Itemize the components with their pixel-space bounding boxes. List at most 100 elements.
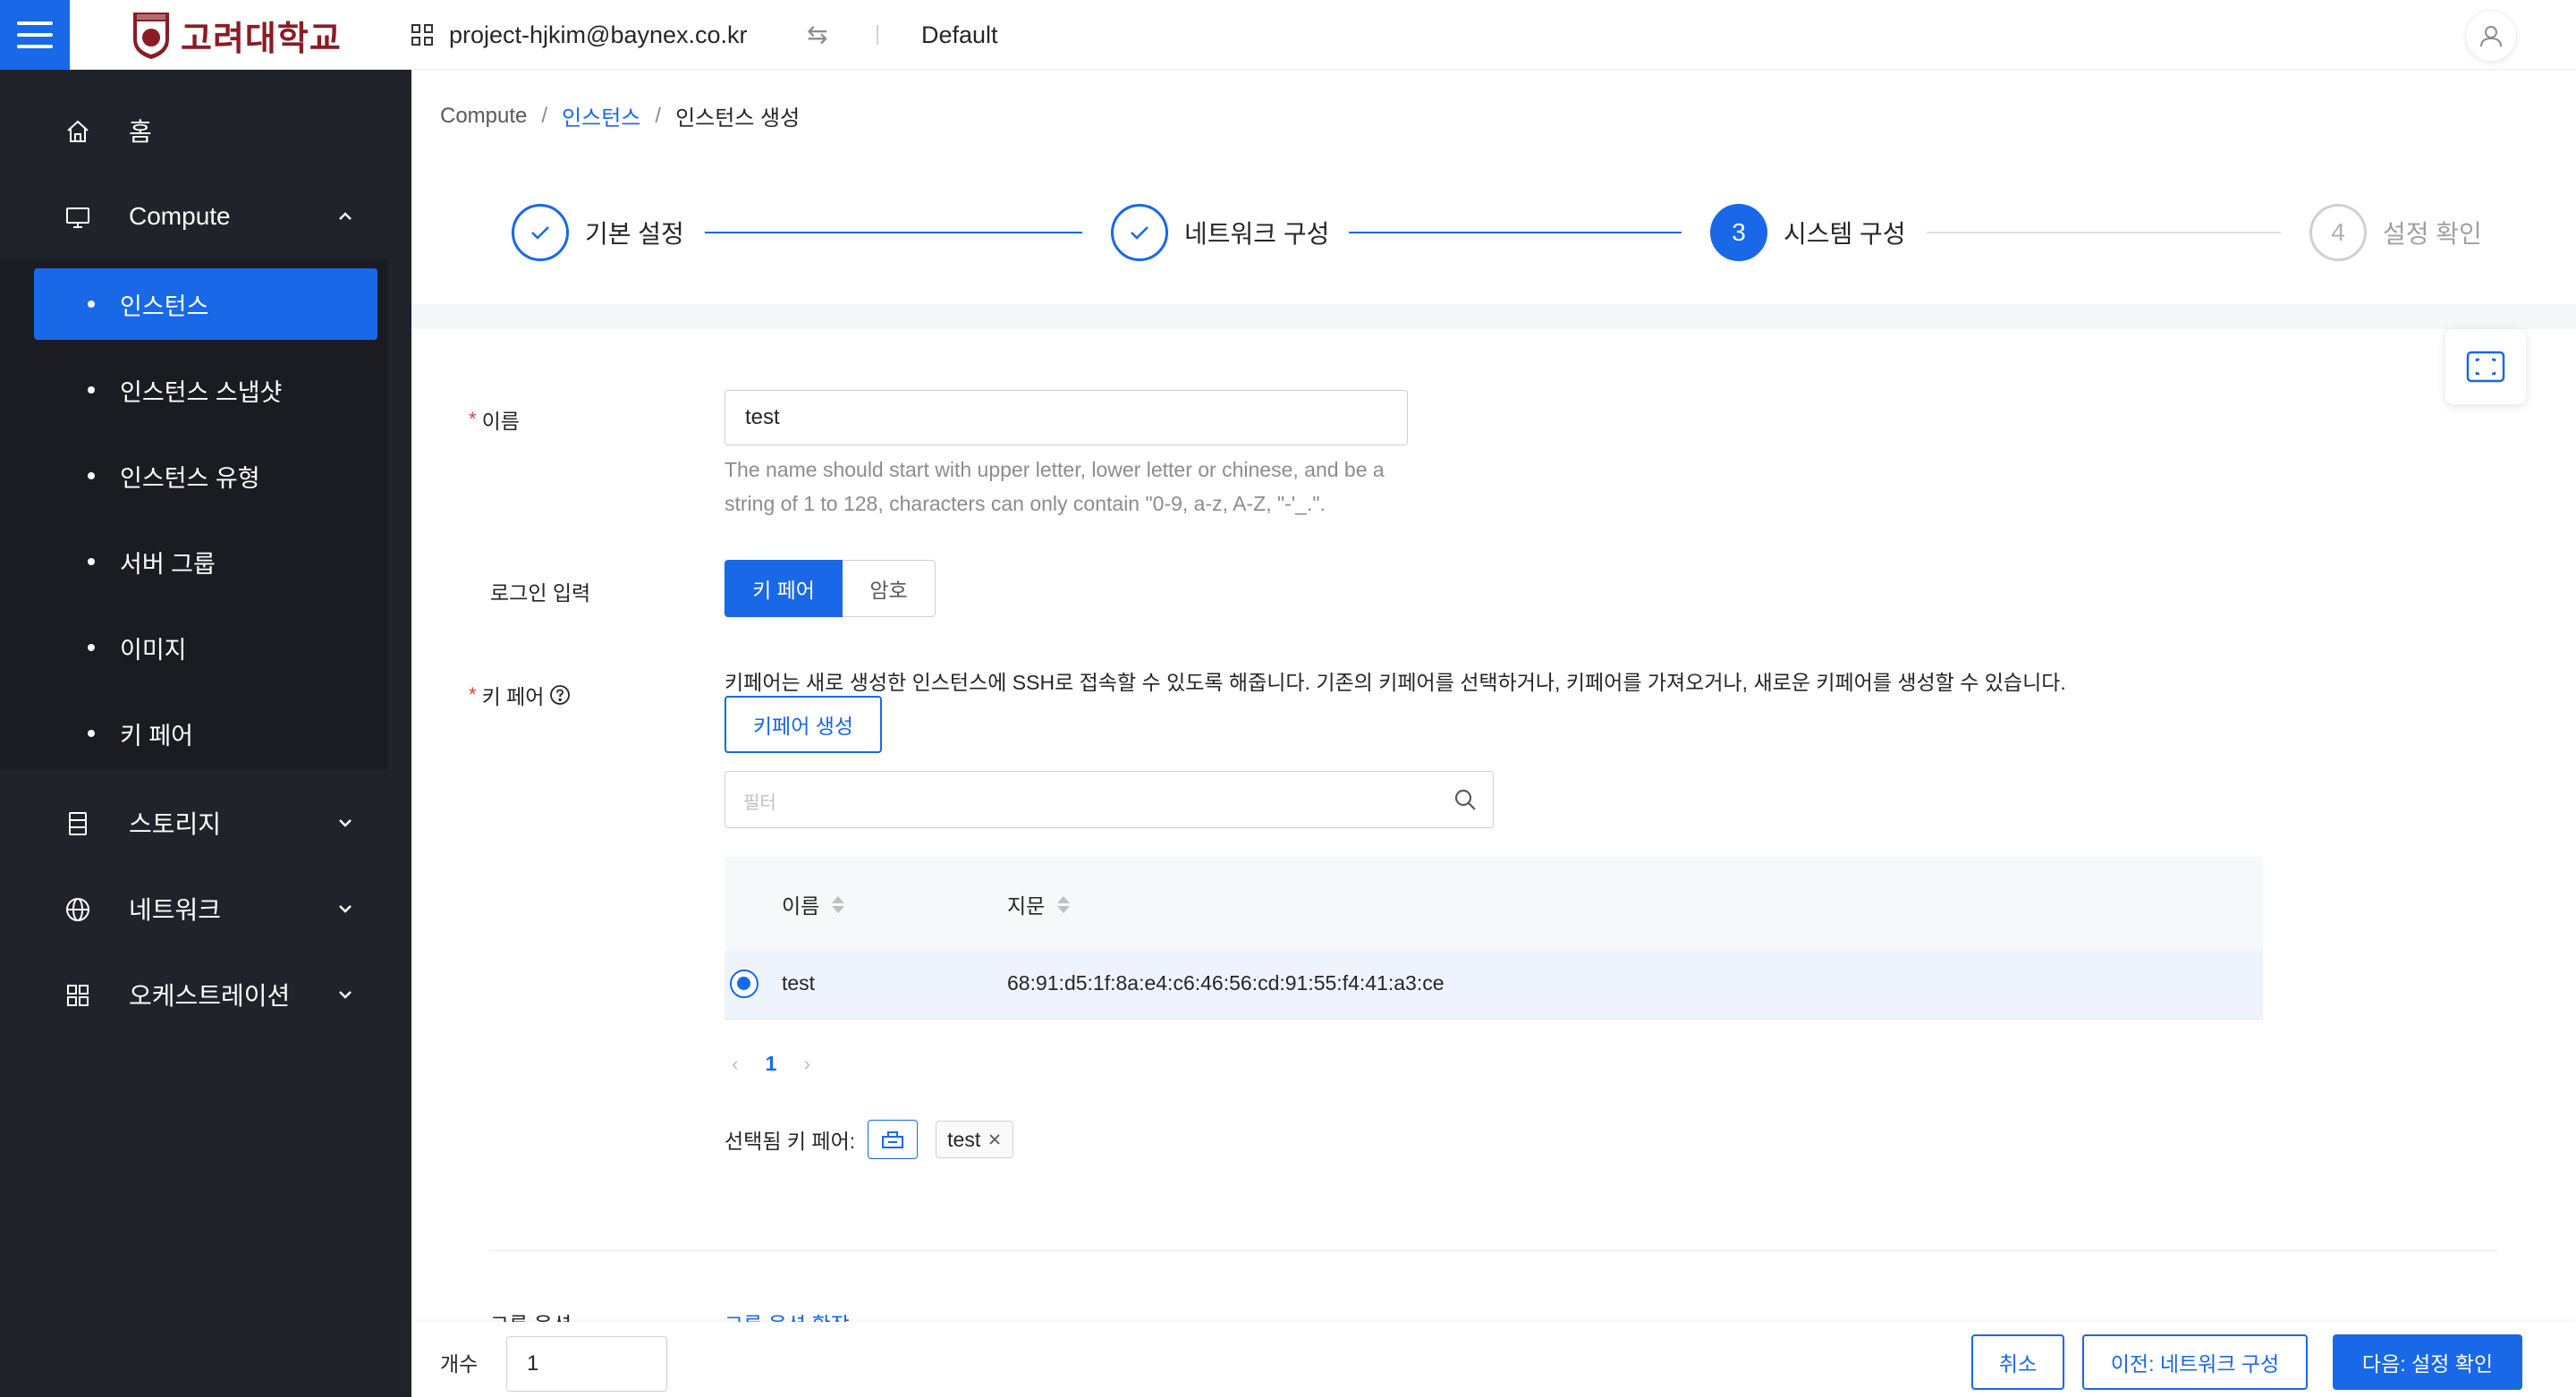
step-number: 4 <box>2309 204 2367 261</box>
count-label: 개수 <box>440 1352 479 1376</box>
sidebar-item-server-groups[interactable]: 서버 그룹 <box>34 526 377 597</box>
sidebar-item-label: 홈 <box>129 118 152 146</box>
page-number[interactable]: 1 <box>766 1052 777 1076</box>
name-label: * 이름 <box>469 404 520 435</box>
header-divider <box>877 25 878 45</box>
step-label: 시스템 구성 <box>1784 220 1906 248</box>
step-system-config: 3 시스템 구성 <box>1710 204 1906 261</box>
sidebar-item-label: 인스턴스 스냅샷 <box>120 378 283 406</box>
project-selector[interactable]: project-hjkim@baynex.co.kr <box>411 18 748 52</box>
search-icon <box>1454 789 1476 810</box>
breadcrumb-instances[interactable]: 인스턴스 <box>562 100 640 131</box>
sidebar-item-label: 서버 그룹 <box>120 550 216 578</box>
tag-label: test <box>947 1127 981 1151</box>
sidebar-item-compute[interactable]: Compute <box>0 181 411 252</box>
cancel-button[interactable]: 취소 <box>1971 1334 2064 1390</box>
hamburger-menu-icon[interactable] <box>0 0 70 70</box>
login-option-keypair[interactable]: 키 페어 <box>724 560 843 617</box>
bullet-icon <box>88 301 95 308</box>
step-label: 기본 설정 <box>585 220 684 248</box>
sidebar-item-label: 인스턴스 <box>120 292 209 320</box>
section-divider <box>490 1250 2497 1251</box>
sidebar-item-instance-types[interactable]: 인스턴스 유형 <box>34 440 377 512</box>
sidebar-item-images[interactable]: 이미지 <box>34 612 377 683</box>
next-step-button[interactable]: 다음: 설정 확인 <box>2333 1334 2522 1390</box>
step-network-config: 네트워크 구성 <box>1111 204 1329 261</box>
breadcrumb-separator: / <box>541 103 548 128</box>
chevron-down-icon <box>339 991 352 999</box>
university-name: 고려대학교 <box>181 17 342 58</box>
breadcrumb: Compute / 인스턴스 / 인스턴스 생성 <box>440 100 800 131</box>
top-header: 고려대학교 project-hjkim@baynex.co.kr ⇆ Defau… <box>0 0 2576 70</box>
university-logo[interactable]: 고려대학교 <box>131 9 342 61</box>
row-name: test <box>782 971 816 995</box>
selected-keypair: 선택됨 키 페어: test <box>724 1120 1014 1159</box>
chevron-down-icon <box>339 819 352 827</box>
step-connector <box>705 232 1082 233</box>
help-circle-icon[interactable] <box>549 684 571 706</box>
step-confirm: 4 설정 확인 <box>2309 204 2482 261</box>
sidebar-item-label: 인스턴스 유형 <box>120 464 260 492</box>
sidebar-item-home[interactable]: 홈 <box>0 95 411 166</box>
next-page-icon[interactable]: › <box>803 1052 810 1076</box>
row-radio[interactable] <box>730 969 758 998</box>
create-keypair-button[interactable]: 키페어 생성 <box>724 696 882 753</box>
sidebar-item-label: 이미지 <box>120 636 187 664</box>
sidebar-item-label: 오케스트레이션 <box>129 982 291 1010</box>
steps-spacer <box>411 304 2576 329</box>
prev-page-icon[interactable]: ‹ <box>732 1052 739 1076</box>
sidebar-item-instance-snapshots[interactable]: 인스턴스 스냅샷 <box>34 354 377 426</box>
fullscreen-button[interactable] <box>2445 329 2526 404</box>
selected-keypair-label: 선택됨 키 페어: <box>724 1130 856 1153</box>
database-icon <box>69 812 87 835</box>
sidebar-item-key-pairs[interactable]: 키 페어 <box>34 698 377 769</box>
login-label: 로그인 입력 <box>490 581 591 605</box>
user-avatar[interactable] <box>2465 10 2517 62</box>
sort-icon <box>832 895 845 913</box>
sidebar-item-instances[interactable]: 인스턴스 <box>34 268 377 340</box>
keypair-table-header: 이름 지문 <box>724 857 2263 950</box>
bullet-icon <box>88 730 95 737</box>
bullet-icon <box>88 644 95 651</box>
count-input[interactable]: 1 <box>506 1336 667 1392</box>
sort-icon <box>1057 895 1071 913</box>
required-mark: * <box>469 683 477 706</box>
keypair-icon <box>868 1120 919 1159</box>
sidebar-item-storage[interactable]: 스토리지 <box>0 787 411 859</box>
sidebar-item-label: Compute <box>129 202 231 230</box>
login-type-segmented: 키 페어 암호 <box>724 560 936 617</box>
fullscreen-icon <box>2466 351 2505 383</box>
university-seal-icon <box>133 13 169 59</box>
keypair-filter-input[interactable]: 필터 <box>724 771 1494 828</box>
chevron-up-icon <box>339 212 352 220</box>
sidebar-item-label: 네트워크 <box>129 896 222 924</box>
bullet-icon <box>88 386 95 394</box>
column-fingerprint-label: 지문 <box>1007 894 1046 918</box>
prev-step-button[interactable]: 이전: 네트워크 구성 <box>2082 1334 2308 1390</box>
project-grid-icon <box>411 24 433 46</box>
step-connector <box>1349 232 1682 233</box>
domain-name[interactable]: Default <box>921 18 998 52</box>
sidebar-item-orchestration[interactable]: 오케스트레이션 <box>0 959 411 1030</box>
swap-icon[interactable]: ⇆ <box>807 20 827 49</box>
sidebar-item-network[interactable]: 네트워크 <box>0 873 411 944</box>
compute-submenu: 인스턴스 인스턴스 스냅샷 인스턴스 유형 서버 그룹 이미지 키 페어 <box>0 259 388 769</box>
step-label: 설정 확인 <box>2383 220 2482 248</box>
login-option-password[interactable]: 암호 <box>843 560 936 617</box>
column-fingerprint[interactable]: 지문 <box>1007 889 1071 919</box>
close-icon[interactable] <box>987 1132 1002 1147</box>
column-name[interactable]: 이름 <box>782 889 845 919</box>
step-number: 3 <box>1710 204 1767 261</box>
footer-bar: 개수 1 취소 이전: 네트워크 구성 다음: 설정 확인 <box>411 1322 2576 1397</box>
home-icon <box>67 120 89 142</box>
globe-icon <box>66 898 89 921</box>
name-input[interactable]: test <box>724 390 1408 445</box>
bullet-icon <box>88 558 95 565</box>
column-name-label: 이름 <box>782 894 820 918</box>
chevron-down-icon <box>339 905 352 913</box>
step-basic-settings: 기본 설정 <box>512 204 684 261</box>
breadcrumb-compute[interactable]: Compute <box>440 104 527 129</box>
table-row[interactable]: test 68:91:d5:1f:8a:e4:c6:46:56:cd:91:55… <box>724 950 2263 1020</box>
grid-icon <box>67 985 89 1006</box>
monitor-icon <box>66 207 89 228</box>
